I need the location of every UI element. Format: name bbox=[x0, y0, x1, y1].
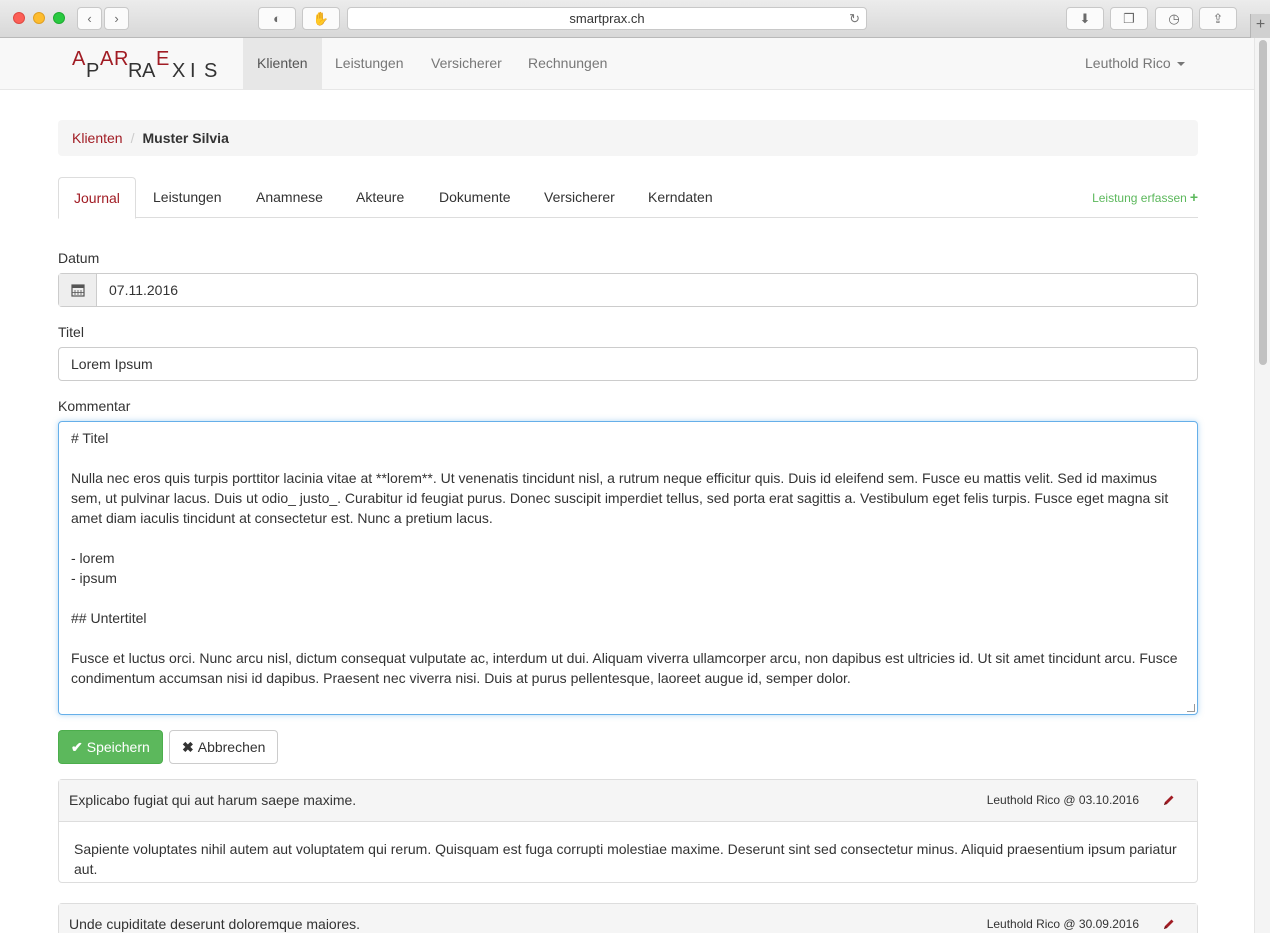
hand-icon: ✋ bbox=[312, 10, 330, 26]
tab-anamnese[interactable]: Anamnese bbox=[241, 177, 338, 218]
tabs-icon: ❐ bbox=[1123, 10, 1135, 26]
logo-letter: I bbox=[190, 60, 196, 82]
tab-versicherer[interactable]: Versicherer bbox=[529, 177, 630, 218]
comment-line bbox=[71, 528, 1185, 548]
tab-kerndaten[interactable]: Kerndaten bbox=[633, 177, 728, 218]
share-icon: ⇪ bbox=[1212, 10, 1224, 26]
logo-letter: R bbox=[114, 48, 129, 70]
breadcrumb-link-klienten[interactable]: Klienten bbox=[72, 130, 123, 146]
close-icon: ✖ bbox=[182, 739, 194, 755]
tabs-overview-button[interactable]: ❐ bbox=[1110, 7, 1148, 30]
journal-entry-body: Sapiente voluptates nihil autem aut volu… bbox=[74, 841, 1177, 877]
comment-line bbox=[71, 628, 1185, 648]
date-label: Datum bbox=[58, 250, 100, 266]
pencil-icon[interactable] bbox=[1163, 918, 1175, 930]
breadcrumb-separator: / bbox=[130, 130, 135, 146]
tab-akteure[interactable]: Akteure bbox=[341, 177, 419, 218]
back-button[interactable]: ‹ bbox=[77, 7, 102, 30]
clock-icon: ◷ bbox=[1168, 10, 1180, 26]
comment-line bbox=[71, 448, 1185, 468]
nav-item-leistungen[interactable]: Leistungen bbox=[321, 38, 418, 89]
page-scrollbar[interactable] bbox=[1254, 38, 1270, 933]
url-text: smartprax.ch bbox=[569, 11, 645, 26]
reader-icon: ◐ bbox=[273, 11, 281, 26]
journal-entry-meta: Leuthold Rico @ 30.09.2016 bbox=[986, 917, 1139, 931]
downloads-button[interactable]: ⬇ bbox=[1066, 7, 1104, 30]
plus-icon: + bbox=[1255, 16, 1266, 33]
logo-letter: E bbox=[156, 48, 170, 70]
logo-letter: A bbox=[100, 48, 114, 70]
address-bar[interactable]: smartprax.ch ↻ bbox=[347, 7, 867, 30]
resize-handle[interactable] bbox=[1187, 704, 1195, 712]
scrollbar-thumb[interactable] bbox=[1259, 40, 1267, 365]
date-input[interactable]: 07.11.2016 bbox=[97, 274, 178, 306]
plus-icon: + bbox=[1189, 189, 1198, 205]
journal-entry-title: Explicabo fugiat qui aut harum saepe max… bbox=[69, 792, 357, 808]
journal-entry-heading: Unde cupiditate deserunt doloremque maio… bbox=[59, 904, 1197, 933]
caret-down-icon bbox=[1176, 62, 1185, 67]
share-button[interactable]: ⇪ bbox=[1199, 7, 1237, 30]
tab-leistungen[interactable]: Leistungen bbox=[138, 177, 237, 218]
new-tab-button[interactable]: + bbox=[1250, 14, 1270, 38]
comment-line: # Titel bbox=[71, 430, 109, 446]
check-icon: ✔ bbox=[71, 739, 83, 755]
cancel-label: Abbrechen bbox=[197, 739, 266, 755]
zoom-window-button[interactable] bbox=[53, 12, 65, 24]
user-name: Leuthold Rico bbox=[1085, 55, 1171, 71]
comment-label: Kommentar bbox=[58, 398, 131, 414]
title-label: Titel bbox=[58, 324, 84, 340]
breadcrumb-current: Muster Silvia bbox=[142, 130, 229, 146]
minimize-window-button[interactable] bbox=[33, 12, 45, 24]
save-label: Speichern bbox=[86, 739, 150, 755]
pencil-icon[interactable] bbox=[1163, 794, 1175, 806]
chevron-left-icon: ‹ bbox=[87, 11, 92, 26]
tab-journal[interactable]: Journal bbox=[58, 177, 136, 219]
logo-letter: A bbox=[142, 60, 156, 82]
breadcrumb: Klienten / Muster Silvia bbox=[58, 120, 1198, 156]
calendar-icon[interactable] bbox=[59, 274, 97, 306]
app-logo[interactable]: A P A R R A E X I S bbox=[72, 46, 222, 84]
comment-line: ## Untertitel bbox=[71, 610, 147, 626]
date-field[interactable]: 07.11.2016 bbox=[58, 273, 1198, 307]
comment-line: - ipsum bbox=[71, 570, 117, 586]
extension-button[interactable]: ✋ bbox=[302, 7, 340, 30]
journal-entry-title: Unde cupiditate deserunt doloremque maio… bbox=[69, 916, 361, 932]
history-button[interactable]: ◷ bbox=[1155, 7, 1193, 30]
reader-button[interactable]: ◐ bbox=[258, 7, 296, 30]
add-service-link[interactable]: Leistung erfassen + bbox=[1092, 177, 1198, 218]
title-input[interactable]: Lorem Ipsum bbox=[58, 347, 1198, 381]
journal-entry-heading: Explicabo fugiat qui aut harum saepe max… bbox=[59, 780, 1197, 822]
chevron-right-icon: › bbox=[114, 11, 119, 26]
user-menu[interactable]: Leuthold Rico bbox=[1085, 38, 1185, 89]
comment-line bbox=[71, 588, 1185, 608]
close-window-button[interactable] bbox=[13, 12, 25, 24]
comment-line: Fusce et luctus orci. Nunc arcu nisl, di… bbox=[71, 650, 1178, 686]
journal-entry: Unde cupiditate deserunt doloremque maio… bbox=[58, 903, 1198, 933]
comment-line: Nulla nec eros quis turpis porttitor lac… bbox=[71, 470, 1169, 526]
logo-letter: P bbox=[86, 60, 100, 82]
reload-icon[interactable]: ↻ bbox=[849, 8, 860, 29]
nav-item-rechnungen[interactable]: Rechnungen bbox=[514, 38, 621, 89]
logo-letter: R bbox=[128, 60, 143, 82]
journal-entry-meta: Leuthold Rico @ 03.10.2016 bbox=[986, 793, 1139, 807]
cancel-button[interactable]: ✖ Abbrechen bbox=[169, 730, 279, 764]
comment-line: - lorem bbox=[71, 550, 115, 566]
comment-textarea[interactable]: # Titel Nulla nec eros quis turpis portt… bbox=[58, 421, 1198, 715]
tab-dokumente[interactable]: Dokumente bbox=[424, 177, 526, 218]
logo-letter: X bbox=[172, 60, 186, 82]
journal-entry: Explicabo fugiat qui aut harum saepe max… bbox=[58, 779, 1198, 883]
logo-letter: S bbox=[204, 60, 218, 82]
forward-button[interactable]: › bbox=[104, 7, 129, 30]
browser-toolbar: ‹ › ◐ ✋ smartprax.ch ↻ ⬇ ❐ ◷ ⇪ + bbox=[0, 0, 1270, 38]
main-navbar: A P A R R A E X I S Klienten Leistungen … bbox=[0, 38, 1254, 90]
save-button[interactable]: ✔ Speichern bbox=[58, 730, 163, 764]
logo-letter: A bbox=[72, 48, 86, 70]
add-service-label: Leistung erfassen bbox=[1092, 191, 1187, 205]
nav-item-klienten[interactable]: Klienten bbox=[243, 38, 322, 89]
client-tabs: Journal Leistungen Anamnese Akteure Doku… bbox=[58, 177, 1198, 219]
nav-item-versicherer[interactable]: Versicherer bbox=[417, 38, 516, 89]
download-icon: ⬇ bbox=[1079, 10, 1091, 26]
